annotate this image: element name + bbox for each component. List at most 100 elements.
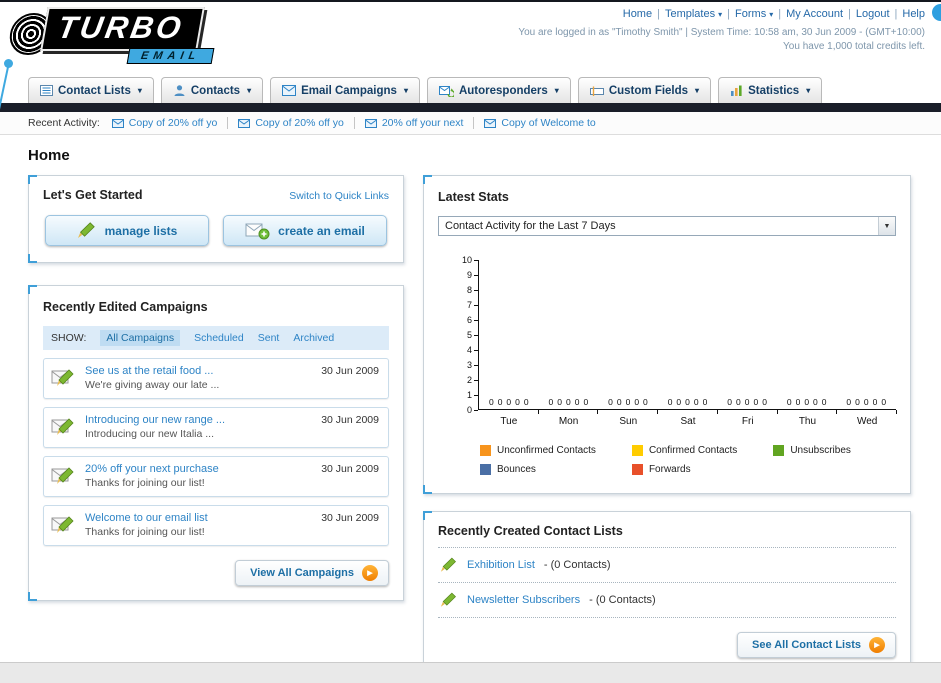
chart-value-labels: 00000 xyxy=(488,397,529,407)
create-an-email-button[interactable]: create an email xyxy=(223,215,387,246)
filter-all-campaigns[interactable]: All Campaigns xyxy=(100,330,181,346)
nav-help[interactable]: Help xyxy=(902,8,925,20)
select-dropdown-arrow-icon: ▼ xyxy=(878,217,895,235)
credits-info: You have 1,000 total credits left. xyxy=(783,41,925,52)
chart-legend: Unconfirmed Contacts Confirmed Contacts Un… xyxy=(480,445,896,475)
campaign-row[interactable]: Introducing our new range ... Introducin… xyxy=(43,407,389,448)
login-info: You are logged in as "Timothy Smith" | S… xyxy=(518,27,925,38)
envelope-icon xyxy=(484,118,497,128)
chart-value-labels: 00000 xyxy=(608,397,648,407)
manage-lists-label: manage lists xyxy=(104,223,178,238)
arrow-right-icon: ▶ xyxy=(869,637,885,653)
filter-scheduled[interactable]: Scheduled xyxy=(194,332,244,344)
recent-activity-item[interactable]: 20% off your next xyxy=(364,117,464,129)
recent-activity-item[interactable]: Copy of 20% off yo xyxy=(111,117,218,129)
campaign-row[interactable]: See us at the retail food ... We're givi… xyxy=(43,358,389,399)
nav-forms[interactable]: Forms ▾ xyxy=(735,8,773,20)
get-started-title: Let's Get Started xyxy=(43,188,143,202)
main-tab-bar: Contact Lists ▾ Contacts ▾ Email Campaig… xyxy=(0,68,941,103)
pencil-icon xyxy=(77,222,95,238)
create-an-email-label: create an email xyxy=(278,223,365,238)
manage-lists-button[interactable]: manage lists xyxy=(45,215,209,246)
chart-x-label: Sat xyxy=(658,410,718,427)
recent-activity-item-label: Copy of 20% off yo xyxy=(128,117,218,129)
contact-list-row[interactable]: Exhibition List - (0 Contacts) xyxy=(438,548,896,583)
nav-templates-label: Templates xyxy=(664,8,716,20)
tab-contacts[interactable]: Contacts ▾ xyxy=(160,77,264,103)
chart-x-label: Tue xyxy=(479,410,539,427)
legend-label: Unsubscribes xyxy=(790,445,851,456)
view-all-campaigns-button[interactable]: View All Campaigns ▶ xyxy=(235,560,389,586)
chart-x-label: Thu xyxy=(778,410,838,427)
tab-label: Autoresponders xyxy=(458,84,548,97)
legend-item: Confirmed Contacts xyxy=(631,445,737,456)
campaign-row[interactable]: 20% off your next purchase Thanks for jo… xyxy=(43,456,389,497)
recently-edited-campaigns-panel: Recently Edited Campaigns SHOW: All Camp… xyxy=(28,285,404,601)
chart-value-labels: 00000 xyxy=(667,397,708,407)
campaign-title-link[interactable]: See us at the retail food ... xyxy=(85,365,219,377)
contacts-icon xyxy=(174,85,185,96)
recently-created-contact-lists-panel: Recently Created Contact Lists Exhibitio… xyxy=(423,511,911,673)
chart-y-tick: 2 xyxy=(467,375,478,385)
chart-x-label: Wed xyxy=(837,410,897,427)
recent-activity-item-label: Copy of Welcome to xyxy=(501,117,596,129)
campaign-subtitle: Introducing our new Italia ... xyxy=(85,428,214,440)
chart-value-labels: 00000 xyxy=(727,397,767,407)
nav-templates[interactable]: Templates ▾ xyxy=(665,8,722,20)
legend-item: Forwards xyxy=(631,464,737,475)
nav-home[interactable]: Home xyxy=(623,8,652,20)
contact-lists-title: Recently Created Contact Lists xyxy=(438,524,896,548)
contact-list-name-link[interactable]: Exhibition List xyxy=(467,559,535,571)
tab-statistics[interactable]: Statistics ▾ xyxy=(718,77,823,103)
filter-sent[interactable]: Sent xyxy=(258,332,280,344)
statistics-icon xyxy=(731,85,742,96)
tab-label: Contacts xyxy=(190,84,241,97)
recent-activity-item-label: 20% off your next xyxy=(381,117,464,129)
chevron-down-icon: ▾ xyxy=(718,10,723,19)
page-title: Home xyxy=(28,147,70,164)
chart-y-tick: 9 xyxy=(467,270,478,280)
nav-forms-label: Forms xyxy=(735,8,767,20)
switch-to-quick-links-link[interactable]: Switch to Quick Links xyxy=(289,190,389,202)
recent-activity-item[interactable]: Copy of 20% off yo xyxy=(238,117,344,129)
filter-archived[interactable]: Archived xyxy=(293,332,334,344)
contact-list-name-link[interactable]: Newsletter Subscribers xyxy=(467,594,580,606)
envelope-pencil-icon xyxy=(51,467,74,484)
tab-custom-fields[interactable]: Custom Fields ▾ xyxy=(577,77,712,103)
campaign-subtitle: Thanks for joining our list! xyxy=(85,477,205,489)
nav-my-account[interactable]: My Account xyxy=(786,8,843,20)
logo-primary-text: TURBO xyxy=(40,7,206,51)
campaign-title-link[interactable]: 20% off your next purchase xyxy=(85,463,219,475)
chevron-down-icon: ▾ xyxy=(137,86,142,95)
legend-swatch xyxy=(631,464,643,475)
tab-contact-lists[interactable]: Contact Lists ▾ xyxy=(28,77,154,103)
turbo-email-logo[interactable]: TURBO EMAIL xyxy=(7,6,260,64)
campaign-row[interactable]: Welcome to our email list Thanks for joi… xyxy=(43,505,389,546)
chevron-down-icon: ▾ xyxy=(769,10,774,19)
stats-period-select[interactable]: Contact Activity for the Last 7 Days ▼ xyxy=(438,216,896,236)
tab-label: Email Campaigns xyxy=(301,84,397,97)
contact-lists-icon xyxy=(40,85,53,96)
page-footer xyxy=(0,662,941,683)
envelope-pencil-icon xyxy=(51,418,74,435)
chart-y-tick: 5 xyxy=(467,330,478,340)
legend-swatch xyxy=(631,445,643,456)
chart-x-label: Mon xyxy=(539,410,599,427)
legend-swatch xyxy=(773,445,785,456)
chevron-down-icon: ▾ xyxy=(247,86,252,95)
pencil-icon xyxy=(440,557,456,572)
contact-list-row[interactable]: Newsletter Subscribers - (0 Contacts) xyxy=(438,583,896,618)
logo-secondary-text: EMAIL xyxy=(126,48,215,64)
custom-fields-icon xyxy=(589,86,604,96)
see-all-contact-lists-button[interactable]: See All Contact Lists ▶ xyxy=(736,632,896,658)
nav-logout[interactable]: Logout xyxy=(856,8,890,20)
tab-email-campaigns[interactable]: Email Campaigns ▾ xyxy=(270,77,420,103)
campaign-title-link[interactable]: Welcome to our email list xyxy=(85,512,208,524)
campaign-title-link[interactable]: Introducing our new range ... xyxy=(85,414,225,426)
tab-autoresponders[interactable]: Autoresponders ▾ xyxy=(426,77,571,103)
legend-item: Unconfirmed Contacts xyxy=(480,445,596,456)
recent-activity-item[interactable]: Copy of Welcome to xyxy=(484,117,596,129)
legend-swatch xyxy=(480,464,491,475)
chart-y-tick: 6 xyxy=(467,315,478,325)
view-all-campaigns-label: View All Campaigns xyxy=(250,567,354,579)
